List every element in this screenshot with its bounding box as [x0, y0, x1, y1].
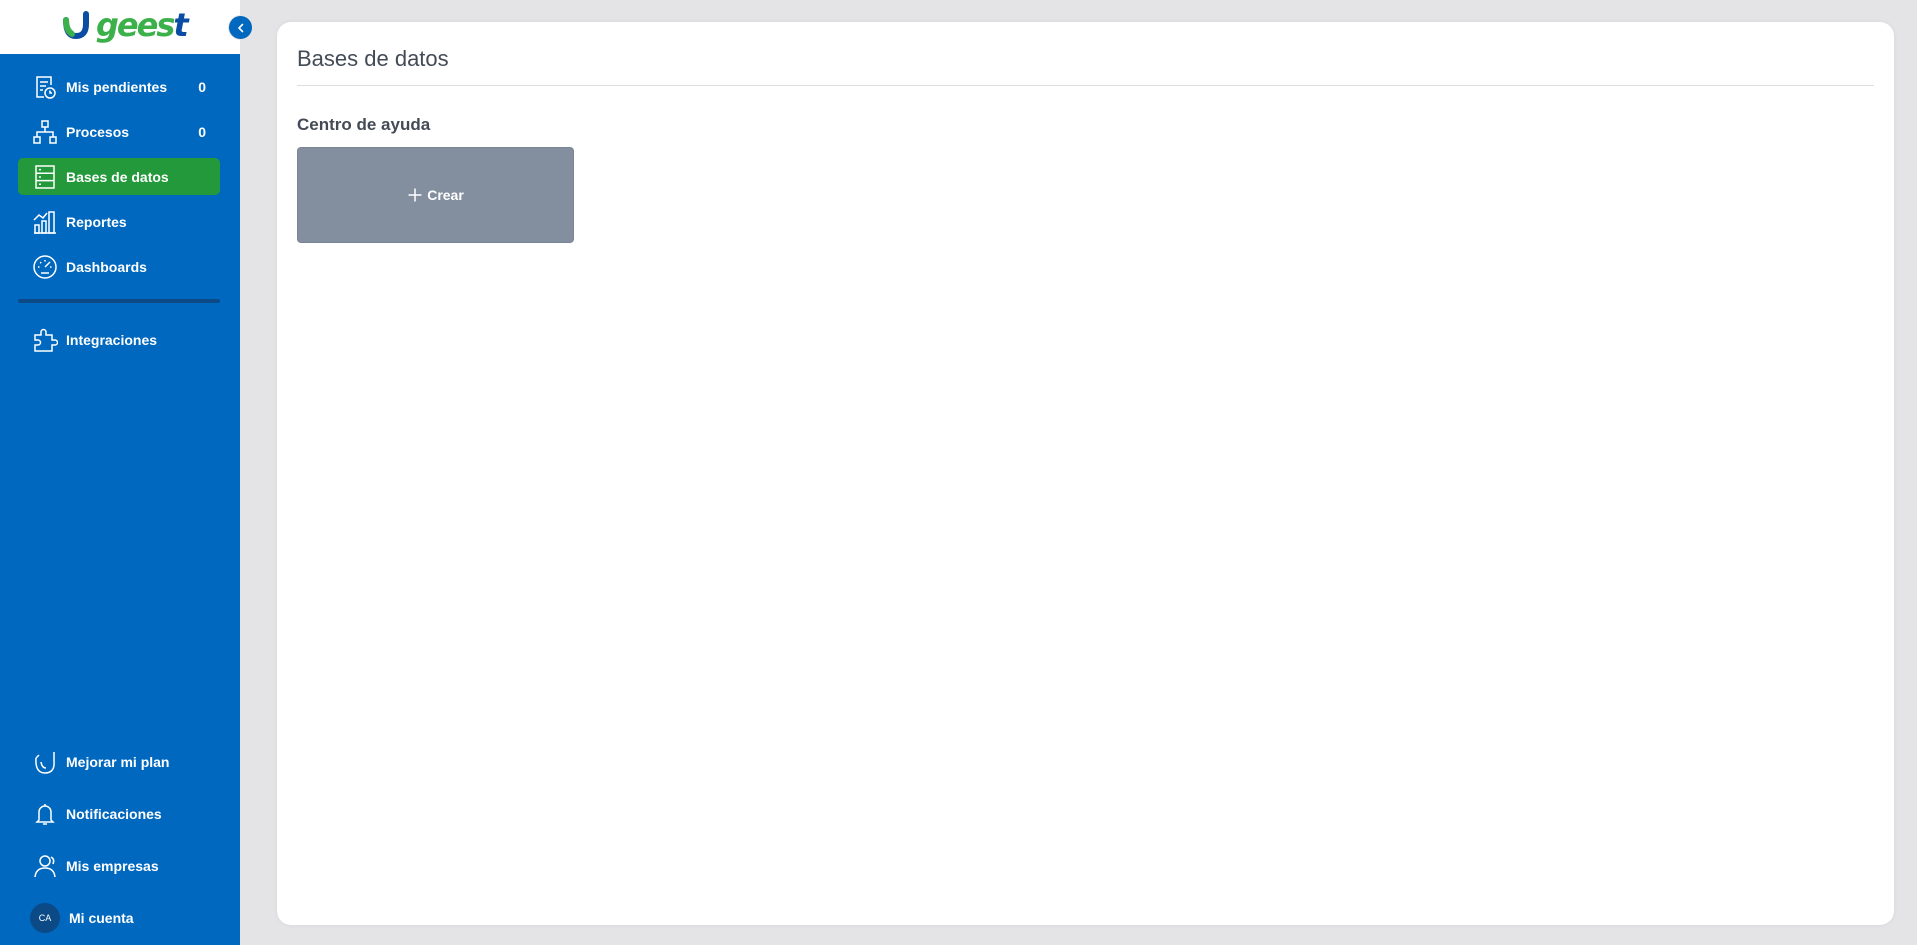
section-title: Centro de ayuda	[297, 115, 431, 134]
sidebar-item-bases-de-datos[interactable]: Bases de datos	[18, 158, 220, 195]
process-flow-icon	[32, 119, 58, 145]
sidebar-item-mi-cuenta[interactable]: CA Mi cuenta	[18, 899, 220, 936]
users-icon	[32, 853, 58, 879]
sidebar-divider	[18, 299, 220, 303]
logo-bar: geest	[0, 0, 240, 54]
sidebar-item-label: Mis empresas	[66, 857, 159, 874]
geest-logo-mark-icon	[63, 11, 89, 40]
plus-icon	[408, 188, 422, 202]
sidebar-item-reportes[interactable]: Reportes	[18, 203, 220, 240]
sidebar-item-label: Notificaciones	[66, 805, 162, 822]
sidebar-item-mejorar-mi-plan[interactable]: Mejorar mi plan	[18, 743, 220, 780]
create-button-label: Crear	[427, 187, 464, 203]
sidebar-item-label: Integraciones	[66, 331, 158, 348]
avatar: CA	[30, 902, 60, 933]
page-title: Bases de datos	[297, 46, 449, 71]
database-icon	[32, 164, 58, 190]
chevron-left-icon	[237, 23, 243, 32]
sidebar-item-label: Mis pendientes	[66, 78, 168, 95]
bell-icon	[32, 801, 58, 827]
pending-tasks-icon	[32, 74, 58, 100]
sidebar-item-mis-pendientes[interactable]: Mis pendientes 0	[18, 68, 220, 105]
puzzle-icon	[32, 327, 58, 353]
reports-chart-icon	[32, 209, 58, 235]
sidebar: geest Mis pendientes 0 Procesos 0 Bases …	[0, 0, 253, 945]
sidebar-item-label: Procesos	[66, 123, 130, 140]
create-button[interactable]: Crear	[297, 147, 574, 243]
sidebar-item-procesos[interactable]: Procesos 0	[18, 113, 220, 150]
sidebar-item-label: Reportes	[66, 213, 127, 230]
sidebar-item-label: Mejorar mi plan	[66, 753, 170, 770]
sidebar-item-label: Bases de datos	[66, 168, 169, 185]
sidebar-item-dashboards[interactable]: Dashboards	[18, 248, 220, 285]
sidebar-item-label: Dashboards	[66, 258, 147, 275]
sidebar-item-mis-empresas[interactable]: Mis empresas	[18, 847, 220, 884]
geest-logo[interactable]: geest	[62, 6, 189, 44]
upgrade-plan-icon	[32, 749, 58, 775]
main-panel: Bases de datos Centro de ayuda Crear	[277, 22, 1894, 925]
pending-count-badge: 0	[198, 78, 206, 95]
gauge-icon	[32, 254, 58, 280]
sidebar-item-integraciones[interactable]: Integraciones	[18, 321, 220, 358]
sidebar-collapse-button[interactable]	[228, 15, 253, 40]
app-root: geest Mis pendientes 0 Procesos 0 Bases …	[0, 0, 1917, 945]
sidebar-item-notificaciones[interactable]: Notificaciones	[18, 795, 220, 832]
sidebar-item-label: Mi cuenta	[69, 909, 134, 926]
logo-text: geest	[96, 6, 189, 44]
title-divider	[297, 85, 1874, 86]
process-count-badge: 0	[198, 123, 206, 140]
